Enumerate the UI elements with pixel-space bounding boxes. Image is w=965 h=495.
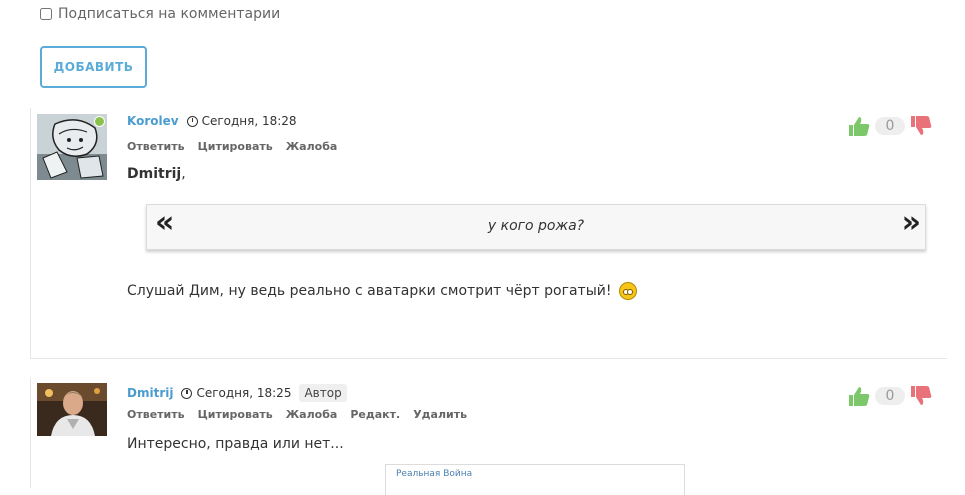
addressee-name[interactable]: Dmitrij bbox=[127, 166, 181, 182]
author-badge: Автор bbox=[299, 384, 347, 402]
comment: Dmitrij Сегодня, 18:25 Автор Ответить Ци… bbox=[30, 378, 947, 495]
vote-widget: 0 bbox=[847, 115, 933, 137]
author-link[interactable]: Dmitrij bbox=[127, 386, 173, 400]
online-status-icon bbox=[94, 116, 105, 127]
reply-link[interactable]: Ответить bbox=[127, 408, 185, 421]
comment-actions: Ответить Цитировать Жалоба Редакт. Удали… bbox=[127, 408, 467, 421]
thumbs-down-icon[interactable] bbox=[909, 385, 933, 407]
comment-body: Слушай Дим, ну ведь реально с аватарки с… bbox=[127, 282, 638, 300]
vote-count: 0 bbox=[875, 387, 905, 405]
comment-meta: Dmitrij Сегодня, 18:25 Автор bbox=[127, 384, 347, 402]
addressee-suffix: , bbox=[181, 166, 186, 182]
quote-text: у кого рожа? bbox=[487, 218, 585, 234]
comment: Korolev Сегодня, 18:28 Ответить Цитирова… bbox=[30, 108, 947, 359]
avatar[interactable] bbox=[37, 114, 107, 180]
comment-date: Сегодня, 18:25 bbox=[181, 386, 291, 400]
comment-actions: Ответить Цитировать Жалоба bbox=[127, 140, 337, 153]
comment-body: Интересно, правда или нет... bbox=[127, 436, 344, 452]
subscribe-checkbox[interactable]: Подписаться на комментарии bbox=[40, 6, 280, 22]
vote-widget: 0 bbox=[847, 385, 933, 407]
subscribe-checkbox-input[interactable] bbox=[40, 8, 52, 20]
smiley-icon bbox=[619, 282, 638, 300]
embed-title: Реальная Война bbox=[396, 469, 473, 479]
report-link[interactable]: Жалоба bbox=[286, 140, 338, 153]
add-comment-button[interactable]: ДОБАВИТЬ bbox=[40, 46, 147, 88]
comment-date: Сегодня, 18:28 bbox=[186, 114, 297, 128]
vote-count: 0 bbox=[875, 117, 905, 135]
quote-link[interactable]: Цитировать bbox=[198, 408, 273, 421]
reply-addressee: Dmitrij, bbox=[127, 166, 186, 182]
thumbs-down-icon[interactable] bbox=[909, 115, 933, 137]
clock-icon bbox=[186, 115, 198, 127]
edit-link[interactable]: Редакт. bbox=[350, 408, 400, 421]
avatar[interactable] bbox=[37, 383, 107, 436]
quote-link[interactable]: Цитировать bbox=[198, 140, 273, 153]
comment-date-text: Сегодня, 18:25 bbox=[196, 386, 292, 400]
thumbs-up-icon[interactable] bbox=[847, 385, 871, 407]
report-link[interactable]: Жалоба bbox=[286, 408, 338, 421]
delete-link[interactable]: Удалить bbox=[413, 408, 467, 421]
quote-block: « у кого рожа? » bbox=[146, 204, 926, 250]
comment-body-text: Слушай Дим, ну ведь реально с аватарки с… bbox=[127, 283, 612, 299]
quote-close-icon: » bbox=[901, 205, 921, 240]
subscribe-label: Подписаться на комментарии bbox=[58, 6, 281, 22]
thumbs-up-icon[interactable] bbox=[847, 115, 871, 137]
embedded-preview[interactable]: Реальная Война bbox=[385, 464, 685, 495]
reply-link[interactable]: Ответить bbox=[127, 140, 185, 153]
avatar-photo-image bbox=[37, 383, 107, 436]
comment-date-text: Сегодня, 18:28 bbox=[201, 114, 297, 128]
clock-icon bbox=[181, 387, 193, 399]
author-link[interactable]: Korolev bbox=[127, 114, 179, 128]
comment-meta: Korolev Сегодня, 18:28 bbox=[127, 114, 297, 128]
